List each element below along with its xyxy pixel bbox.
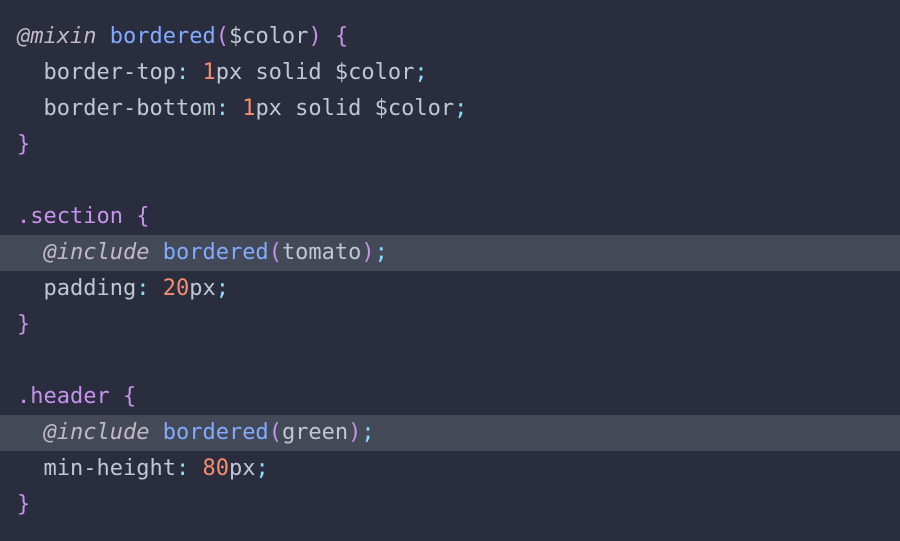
code-token: .section <box>17 204 123 229</box>
code-token: bordered <box>109 24 216 49</box>
code-token: ; <box>374 240 388 265</box>
code-token: @mixin <box>17 24 97 49</box>
code-token: px solid $color <box>215 60 415 85</box>
code-token: { <box>136 204 150 229</box>
code-token: : <box>136 276 150 301</box>
code-line[interactable] <box>0 343 900 379</box>
code-line[interactable] <box>0 163 900 199</box>
code-token: bordered <box>162 420 269 445</box>
code-token: border-bottom <box>43 96 216 121</box>
code-token: px solid $color <box>255 96 455 121</box>
code-token: green <box>281 420 349 445</box>
code-line[interactable]: padding: 20px; <box>0 271 900 307</box>
code-token: $color <box>228 24 309 49</box>
code-token: tomato <box>281 240 362 265</box>
code-token: ) <box>308 24 322 49</box>
code-token: bordered <box>162 240 269 265</box>
code-token: { <box>334 24 349 49</box>
code-token: @include <box>43 420 150 445</box>
code-line[interactable]: min-height: 80px; <box>0 451 900 487</box>
code-token: : <box>215 96 229 121</box>
code-line[interactable]: .header { <box>0 379 900 415</box>
code-editor[interactable]: @mixin bordered($color) { border-top: 1p… <box>0 0 900 541</box>
code-token: border-top <box>43 60 176 85</box>
code-token: } <box>17 312 31 337</box>
code-line[interactable]: } <box>0 487 900 523</box>
code-token: : <box>175 60 190 85</box>
code-token: { <box>122 384 137 409</box>
code-token: 20 <box>162 276 190 301</box>
code-token: ) <box>361 240 375 265</box>
code-line-highlighted[interactable]: @include bordered(green); <box>0 415 900 451</box>
code-token: : <box>175 456 190 481</box>
code-token: padding <box>43 276 137 301</box>
code-line[interactable]: border-top: 1px solid $color; <box>0 55 900 91</box>
code-line[interactable]: .section { <box>0 199 900 235</box>
code-line[interactable]: } <box>0 307 900 343</box>
code-token: px <box>189 276 216 301</box>
code-token: ; <box>454 96 468 121</box>
code-token: @include <box>43 240 150 265</box>
code-token: ( <box>268 420 282 445</box>
code-line-highlighted[interactable]: @include bordered(tomato); <box>0 235 900 271</box>
code-token: ( <box>268 240 282 265</box>
code-token: min-height <box>43 456 176 481</box>
code-token: .header <box>17 384 110 409</box>
code-token: } <box>17 132 31 157</box>
code-token: ( <box>215 24 229 49</box>
code-line[interactable]: @mixin bordered($color) { <box>0 19 900 55</box>
code-token: px <box>228 456 256 481</box>
code-block: @mixin bordered($color) { border-top: 1p… <box>0 19 900 523</box>
code-line[interactable]: } <box>0 127 900 163</box>
code-token: 1 <box>242 96 256 121</box>
code-token: ; <box>215 276 229 301</box>
code-token: 80 <box>202 456 229 481</box>
code-token: ; <box>361 420 375 445</box>
code-token: } <box>17 492 31 517</box>
code-token: ) <box>348 420 362 445</box>
code-line[interactable]: border-bottom: 1px solid $color; <box>0 91 900 127</box>
code-token: 1 <box>202 60 216 85</box>
code-token: ; <box>414 60 428 85</box>
code-token: ; <box>255 456 269 481</box>
